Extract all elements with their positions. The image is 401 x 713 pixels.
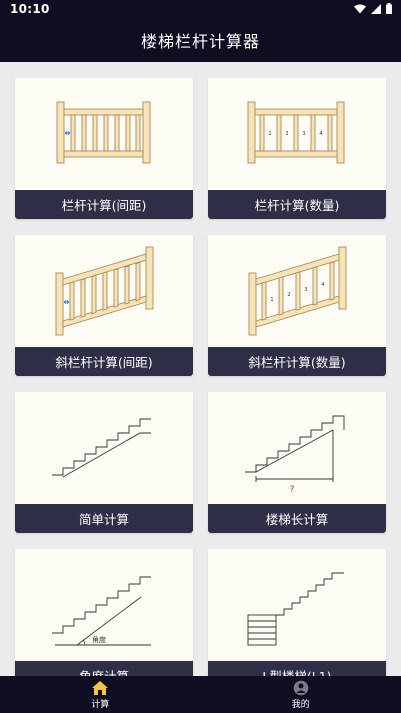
l-stairs-illustration (247, 572, 344, 646)
bottom-nav: 计算 我的 (0, 676, 401, 713)
calculator-grid: 栏杆计算(间距) 1 2 3 4 栏杆计算(数量) 斜栏杆计算(间距) 1 2 … (0, 62, 401, 676)
card-railing-count[interactable]: 1 2 3 4 栏杆计算(数量) (208, 78, 386, 219)
status-icons (354, 3, 392, 14)
nav-mine[interactable]: 我的 (201, 676, 401, 713)
status-bar: 10:10 (0, 0, 401, 18)
card-label: 角度计算 (15, 661, 193, 676)
home-icon (92, 680, 109, 695)
count-number: 4 (321, 282, 324, 288)
railing-count-illustration: 1 2 3 4 (247, 101, 345, 164)
card-sloped-railing-count[interactable]: 1 2 3 4 斜栏杆计算(数量) (208, 235, 386, 376)
nav-calculate[interactable]: 计算 (0, 676, 201, 713)
count-number: 1 (268, 131, 271, 137)
card-label: L型楼梯(L1) (208, 661, 386, 676)
nav-label: 我的 (291, 699, 310, 710)
card-simple-calc[interactable]: 简单计算 (15, 392, 193, 533)
sloped-railing-count-illustration: 1 2 3 4 (248, 246, 347, 336)
count-number: 3 (304, 287, 307, 293)
card-label: 楼梯长计算 (208, 504, 386, 533)
count-number: 3 (302, 131, 305, 137)
card-label: 简单计算 (15, 504, 193, 533)
nav-label: 计算 (91, 699, 110, 710)
count-number: 1 (270, 297, 273, 303)
angle-stairs-illustration: 角度 (52, 576, 151, 646)
angle-label: 角度 (92, 635, 106, 644)
count-number: 2 (285, 131, 288, 137)
length-question-mark: ? (290, 485, 295, 495)
user-icon (293, 680, 309, 695)
card-label: 斜栏杆计算(数量) (208, 347, 386, 376)
card-label: 栏杆计算(数量) (208, 190, 386, 219)
signal-icon (371, 3, 381, 14)
card-railing-spacing[interactable]: 栏杆计算(间距) (15, 78, 193, 219)
simple-stairs-illustration (52, 418, 151, 478)
battery-icon (386, 3, 392, 14)
railing-spacing-illustration (56, 101, 151, 164)
card-l-stairs[interactable]: L型楼梯(L1) (208, 549, 386, 676)
count-number: 4 (319, 131, 322, 137)
count-number: 2 (287, 292, 290, 298)
status-time: 10:10 (10, 2, 50, 16)
sloped-railing-spacing-illustration (55, 246, 154, 336)
stair-length-illustration: ? (245, 415, 345, 495)
card-angle-calc[interactable]: 角度 角度计算 (15, 549, 193, 676)
page-title: 楼梯栏杆计算器 (140, 32, 260, 51)
wifi-icon (354, 4, 366, 13)
card-sloped-railing-spacing[interactable]: 斜栏杆计算(间距) (15, 235, 193, 376)
card-label: 栏杆计算(间距) (15, 190, 193, 219)
card-stair-length[interactable]: ? 楼梯长计算 (208, 392, 386, 533)
app-bar: 楼梯栏杆计算器 (0, 18, 401, 62)
card-label: 斜栏杆计算(间距) (15, 347, 193, 376)
